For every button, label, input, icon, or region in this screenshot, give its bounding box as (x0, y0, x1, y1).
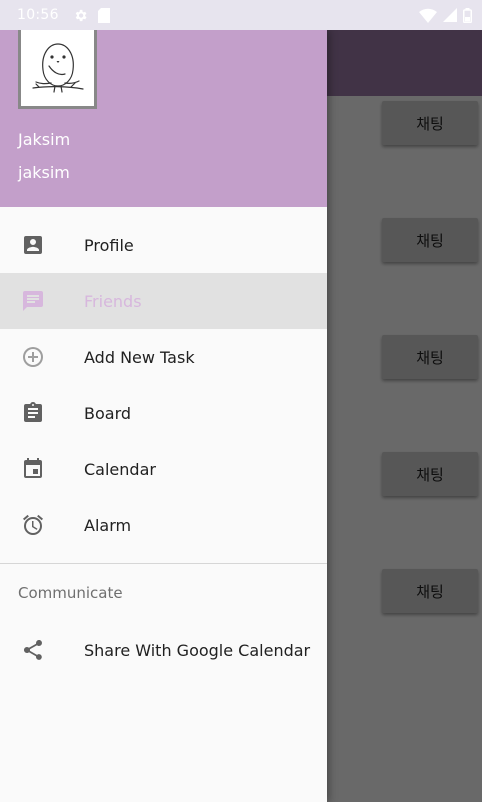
calendar-icon (20, 456, 46, 482)
navigation-drawer: Jaksim jaksim Profile Friends Add New Ta… (0, 30, 327, 802)
menu-label: Board (84, 403, 132, 423)
menu-label: Friends (84, 291, 142, 311)
status-time: 10:56 (17, 7, 59, 23)
avatar[interactable] (18, 30, 97, 109)
add-circle-icon (20, 344, 46, 370)
menu-item-friends[interactable]: Friends (0, 273, 327, 329)
menu-label: Alarm (84, 515, 132, 535)
signal-icon (443, 8, 457, 22)
menu-item-calendar[interactable]: Calendar (0, 441, 327, 497)
menu-item-add-new-task[interactable]: Add New Task (0, 329, 327, 385)
drawer-menu: Profile Friends Add New Task Board Calen (0, 207, 327, 678)
share-icon (20, 637, 46, 663)
section-title: Communicate (18, 584, 123, 602)
menu-item-profile[interactable]: Profile (0, 217, 327, 273)
wifi-icon (419, 8, 437, 23)
bird-avatar-icon (31, 43, 84, 93)
status-bar: 10:56 (0, 0, 482, 30)
menu-item-share-google-calendar[interactable]: Share With Google Calendar (0, 622, 327, 678)
clipboard-icon (20, 400, 46, 426)
menu-label: Calendar (84, 459, 156, 479)
sd-card-icon (97, 7, 110, 23)
menu-item-alarm[interactable]: Alarm (0, 497, 327, 553)
message-icon (20, 288, 46, 314)
menu-label: Share With Google Calendar (84, 640, 311, 660)
account-box-icon (20, 232, 46, 258)
header-name: Jaksim (18, 130, 71, 149)
header-subtitle: jaksim (18, 163, 70, 182)
menu-label: Add New Task (84, 347, 195, 367)
alarm-icon (20, 512, 46, 538)
menu-item-board[interactable]: Board (0, 385, 327, 441)
battery-icon (463, 7, 472, 23)
settings-icon (75, 9, 87, 21)
menu-label: Profile (84, 235, 134, 255)
drawer-header: Jaksim jaksim (0, 30, 327, 207)
